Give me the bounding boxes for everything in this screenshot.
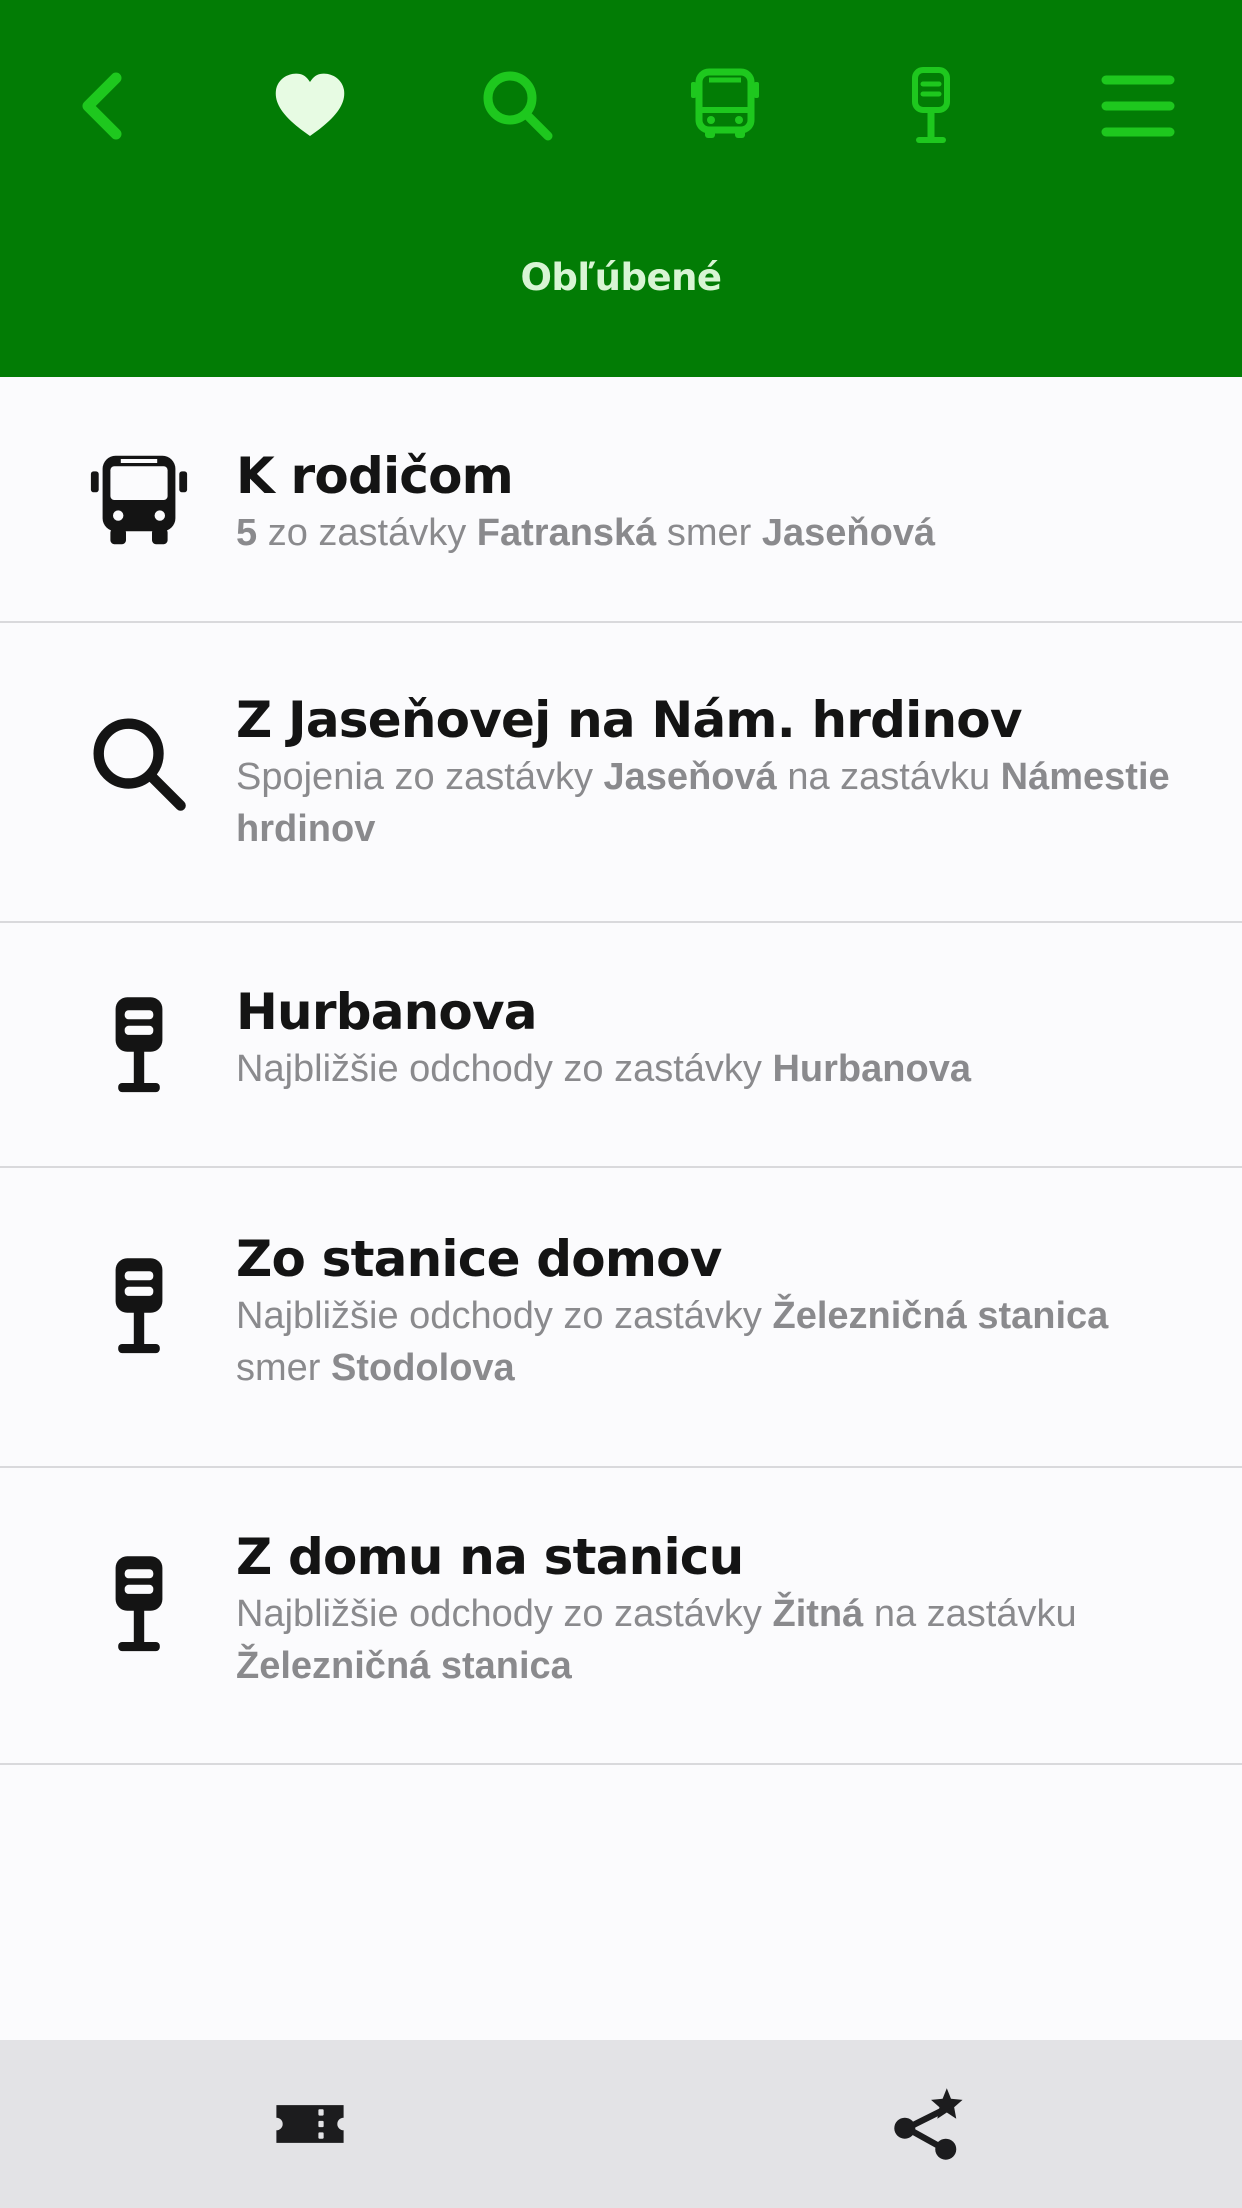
list-item[interactable]: K rodičom 5 zo zastávky Fatranská smer J… bbox=[0, 377, 1242, 623]
subtitle-highlight: Žitná bbox=[772, 1593, 864, 1635]
row-icon bbox=[84, 445, 194, 555]
share-star-icon bbox=[894, 2088, 963, 2160]
list-item[interactable]: Zo stanice domov Najbližšie odchody zo z… bbox=[0, 1168, 1242, 1468]
subtitle-highlight: Jaseňová bbox=[603, 756, 777, 798]
bus-icon bbox=[691, 68, 759, 138]
row-text: K rodičom 5 zo zastávky Fatranská smer J… bbox=[236, 445, 1192, 559]
subtitle-highlight: Stodolova bbox=[331, 1347, 515, 1389]
subtitle-text: Spojenia zo zastávky bbox=[236, 756, 604, 798]
favorite-subtitle: 5 zo zastávky Fatranská smer Jaseňová bbox=[236, 507, 1192, 559]
row-text: Hurbanova Najbližšie odchody zo zastávky… bbox=[236, 981, 1192, 1095]
row-icon bbox=[84, 989, 194, 1099]
search-icon bbox=[93, 718, 186, 811]
bus-stop-icon bbox=[115, 997, 163, 1093]
share-favorites-button[interactable] bbox=[870, 2064, 990, 2184]
row-text: Z Jaseňovej na Nám. hrdinov Spojenia zo … bbox=[236, 689, 1192, 855]
favorite-subtitle: Najbližšie odchody zo zastávky Železničn… bbox=[236, 1290, 1192, 1394]
tab-favorites[interactable] bbox=[254, 50, 366, 162]
bus-stop-icon bbox=[115, 1258, 163, 1354]
bottom-bar bbox=[0, 2040, 1242, 2208]
search-icon bbox=[483, 71, 553, 141]
back-button[interactable] bbox=[48, 50, 160, 162]
menu-button[interactable] bbox=[1082, 50, 1194, 162]
subtitle-text: na zastávku bbox=[863, 1593, 1077, 1635]
list-item[interactable]: Z domu na stanicu Najbližšie odchody zo … bbox=[0, 1468, 1242, 1765]
favorite-title: K rodičom bbox=[236, 447, 514, 505]
row-icon bbox=[84, 709, 194, 819]
tab-lines[interactable] bbox=[669, 50, 781, 162]
top-toolbar: Obľúbené bbox=[0, 0, 1242, 377]
page-title: Obľúbené bbox=[520, 256, 722, 299]
tickets-button[interactable] bbox=[250, 2064, 370, 2184]
favorite-subtitle: Najbližšie odchody zo zastávky Žitná na … bbox=[236, 1588, 1192, 1692]
subtitle-text: smer bbox=[236, 1347, 331, 1389]
subtitle-text: Najbližšie odchody zo zastávky bbox=[236, 1295, 773, 1337]
subtitle-text: na zastávku bbox=[776, 756, 1001, 798]
favorite-title: Z Jaseňovej na Nám. hrdinov bbox=[236, 691, 1022, 749]
tab-search[interactable] bbox=[462, 50, 574, 162]
subtitle-text: Najbližšie odchody zo zastávky bbox=[236, 1048, 773, 1090]
favorite-title: Hurbanova bbox=[236, 983, 538, 1041]
subtitle-highlight: Železničná stanica bbox=[772, 1295, 1109, 1337]
subtitle-text: smer bbox=[656, 512, 762, 554]
subtitle-highlight: Železničná stanica bbox=[236, 1645, 572, 1687]
row-text: Z domu na stanicu Najbližšie odchody zo … bbox=[236, 1526, 1192, 1692]
favorite-title: Z domu na stanicu bbox=[236, 1528, 744, 1586]
row-text: Zo stanice domov Najbližšie odchody zo z… bbox=[236, 1228, 1192, 1394]
back-icon bbox=[82, 72, 122, 140]
favorites-screen: Obľúbené K rodičom 5 zo zastávky Fatrans… bbox=[0, 0, 1242, 2208]
subtitle-highlight: 5 bbox=[236, 512, 258, 554]
subtitle-highlight: Hurbanova bbox=[772, 1048, 971, 1090]
bus-icon bbox=[90, 455, 188, 545]
subtitle-text: Najbližšie odchody zo zastávky bbox=[236, 1593, 773, 1635]
subtitle-text: zo zastávky bbox=[257, 512, 477, 554]
favorite-subtitle: Spojenia zo zastávky Jaseňová na zastávk… bbox=[236, 751, 1192, 855]
favorite-subtitle: Najbližšie odchody zo zastávky Hurbanova bbox=[236, 1043, 1192, 1095]
favorites-list: K rodičom 5 zo zastávky Fatranská smer J… bbox=[0, 377, 1242, 1765]
subtitle-highlight: Jaseňová bbox=[761, 512, 936, 554]
subtitle-highlight: Fatranská bbox=[476, 512, 657, 554]
ticket-icon bbox=[276, 2105, 344, 2143]
list-item[interactable]: Hurbanova Najbližšie odchody zo zastávky… bbox=[0, 923, 1242, 1168]
bus-stop-icon bbox=[115, 1556, 163, 1652]
row-icon bbox=[84, 1548, 194, 1658]
heart-icon bbox=[275, 73, 345, 136]
favorite-title: Zo stanice domov bbox=[236, 1230, 722, 1288]
tab-stops[interactable] bbox=[875, 50, 987, 162]
list-item[interactable]: Z Jaseňovej na Nám. hrdinov Spojenia zo … bbox=[0, 623, 1242, 923]
row-icon bbox=[84, 1250, 194, 1360]
menu-icon bbox=[1101, 75, 1175, 137]
bus-stop-icon bbox=[912, 67, 950, 143]
